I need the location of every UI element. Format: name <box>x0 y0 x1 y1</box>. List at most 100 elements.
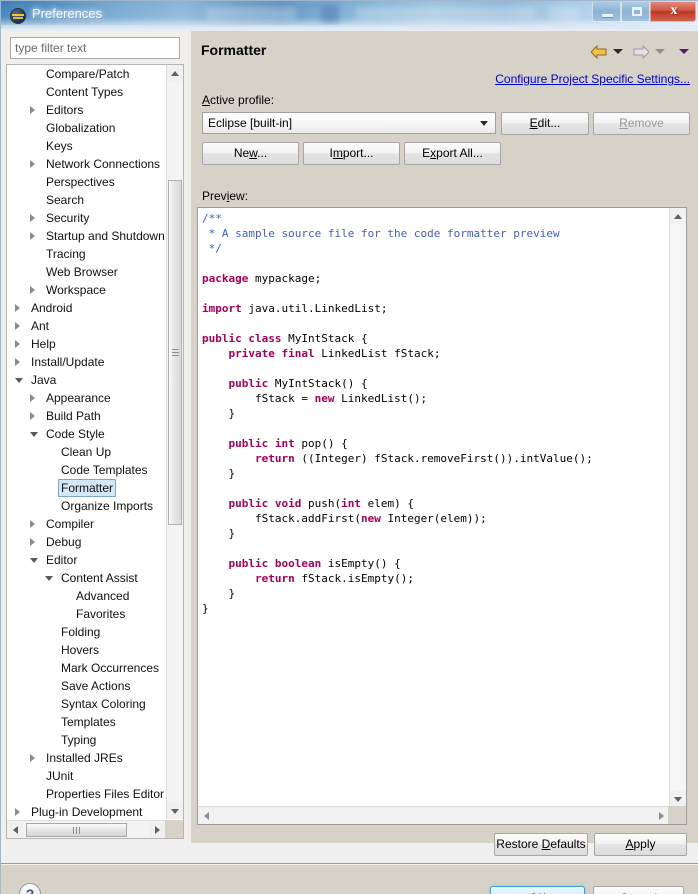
scrollbar-thumb[interactable] <box>168 180 182 525</box>
chevron-right-icon[interactable] <box>30 520 35 528</box>
scroll-right-button[interactable] <box>653 808 669 824</box>
chevron-right-icon[interactable] <box>30 106 35 114</box>
sidebar-item-web-browser[interactable]: Web Browser <box>7 263 165 281</box>
scroll-left-button[interactable] <box>198 808 214 824</box>
back-arrow-icon[interactable] <box>590 44 607 60</box>
import-button[interactable]: Import... <box>303 142 400 165</box>
sidebar-item-label: Compare/Patch <box>46 67 130 81</box>
sidebar-item-tracing[interactable]: Tracing <box>7 245 165 263</box>
ok-button[interactable]: OK <box>490 886 585 894</box>
help-button[interactable]: ? <box>19 883 41 894</box>
chevron-down-icon[interactable] <box>15 378 23 383</box>
sidebar-item-templates[interactable]: Templates <box>7 713 165 731</box>
sidebar-item-build-path[interactable]: Build Path <box>7 407 165 425</box>
scroll-down-button[interactable] <box>670 791 686 807</box>
sidebar-item-installed-jres[interactable]: Installed JREs <box>7 749 165 767</box>
cancel-button[interactable]: Cancel <box>593 886 684 894</box>
preview-horizontal-scrollbar[interactable] <box>198 806 669 824</box>
sidebar-item-perspectives[interactable]: Perspectives <box>7 173 165 191</box>
sidebar-item-label: Properties Files Editor <box>46 787 165 801</box>
sidebar-item-debug[interactable]: Debug <box>7 533 165 551</box>
tree-horizontal-scrollbar[interactable] <box>7 820 183 838</box>
chevron-down-icon[interactable] <box>45 576 53 581</box>
sidebar-item-appearance[interactable]: Appearance <box>7 389 165 407</box>
preferences-tree[interactable]: Compare/Patch Content Types Editors Globali… <box>6 64 184 839</box>
scrollbar-thumb-horizontal[interactable] <box>26 823 127 837</box>
maximize-button[interactable] <box>621 2 650 22</box>
sidebar-item-properties-files-editor[interactable]: Properties Files Editor <box>7 785 165 803</box>
sidebar-item-folding[interactable]: Folding <box>7 623 165 641</box>
tree-vertical-scrollbar[interactable] <box>166 65 183 819</box>
sidebar-item-security[interactable]: Security <box>7 209 165 227</box>
chevron-right-icon[interactable] <box>15 808 20 816</box>
scroll-right-button[interactable] <box>149 822 165 838</box>
chevron-right-icon[interactable] <box>30 232 35 240</box>
chevron-right-icon[interactable] <box>30 754 35 762</box>
chevron-right-icon[interactable] <box>30 286 35 294</box>
sidebar-item-organize-imports[interactable]: Organize Imports <box>7 497 165 515</box>
sidebar-item-clean-up[interactable]: Clean Up <box>7 443 165 461</box>
chevron-down-icon[interactable] <box>30 432 38 437</box>
chevron-right-icon[interactable] <box>30 160 35 168</box>
sidebar-item-java[interactable]: Java <box>7 371 165 389</box>
filter-input[interactable] <box>10 37 180 59</box>
sidebar-item-code-templates[interactable]: Code Templates <box>7 461 165 479</box>
scroll-left-button[interactable] <box>7 822 23 838</box>
apply-button[interactable]: Apply <box>594 833 687 856</box>
sidebar-item-compiler[interactable]: Compiler <box>7 515 165 533</box>
back-dropdown-icon[interactable] <box>613 49 623 54</box>
sidebar-item-label: Search <box>46 193 85 207</box>
chevron-right-icon[interactable] <box>15 340 20 348</box>
sidebar-item-android[interactable]: Android <box>7 299 165 317</box>
code-text-area[interactable]: /** * A sample source file for the code … <box>198 208 669 807</box>
sidebar-item-hovers[interactable]: Hovers <box>7 641 165 659</box>
chevron-right-icon[interactable] <box>15 358 20 366</box>
sidebar-item-keys[interactable]: Keys <box>7 137 165 155</box>
sidebar-item-ant[interactable]: Ant <box>7 317 165 335</box>
new-button[interactable]: New... <box>202 142 299 165</box>
chevron-right-icon[interactable] <box>30 394 35 402</box>
sidebar-item-content-assist[interactable]: Content Assist <box>7 569 165 587</box>
chevron-right-icon[interactable] <box>30 412 35 420</box>
sidebar-item-search[interactable]: Search <box>7 191 165 209</box>
sidebar-item-plug-in-development[interactable]: Plug-in Development <box>7 803 165 819</box>
sidebar-item-help[interactable]: Help <box>7 335 165 353</box>
sidebar-item-globalization[interactable]: Globalization <box>7 119 165 137</box>
sidebar-item-editor[interactable]: Editor <box>7 551 165 569</box>
edit-button[interactable]: Edit... <box>501 112 589 135</box>
restore-defaults-button[interactable]: Restore Defaults <box>494 833 588 856</box>
chevron-right-icon[interactable] <box>15 322 20 330</box>
scroll-up-button[interactable] <box>670 208 686 224</box>
scroll-up-button[interactable] <box>167 65 183 81</box>
sidebar-item-advanced[interactable]: Advanced <box>7 587 165 605</box>
export-all-button[interactable]: Export All... <box>404 142 501 165</box>
sidebar-item-startup-and-shutdown[interactable]: Startup and Shutdown <box>7 227 165 245</box>
chevron-right-icon[interactable] <box>30 214 35 222</box>
sidebar-item-favorites[interactable]: Favorites <box>7 605 165 623</box>
sidebar-item-junit[interactable]: JUnit <box>7 767 165 785</box>
sidebar-item-install-update[interactable]: Install/Update <box>7 353 165 371</box>
sidebar-item-code-style[interactable]: Code Style <box>7 425 165 443</box>
sidebar-item-save-actions[interactable]: Save Actions <box>7 677 165 695</box>
sidebar-item-label: Clean Up <box>61 445 112 459</box>
sidebar-item-typing[interactable]: Typing <box>7 731 165 749</box>
sidebar-item-label: Web Browser <box>46 265 118 279</box>
close-button[interactable]: x <box>650 2 696 22</box>
chevron-down-icon[interactable] <box>30 558 38 563</box>
preview-vertical-scrollbar[interactable] <box>669 208 686 807</box>
sidebar-item-content-types[interactable]: Content Types <box>7 83 165 101</box>
sidebar-item-syntax-coloring[interactable]: Syntax Coloring <box>7 695 165 713</box>
view-menu-icon[interactable] <box>679 49 689 54</box>
sidebar-item-network-connections[interactable]: Network Connections <box>7 155 165 173</box>
configure-project-specific-settings-link[interactable]: Configure Project Specific Settings... <box>495 72 690 86</box>
sidebar-item-workspace[interactable]: Workspace <box>7 281 165 299</box>
minimize-button[interactable] <box>592 2 621 22</box>
chevron-right-icon[interactable] <box>15 304 20 312</box>
sidebar-item-mark-occurrences[interactable]: Mark Occurrences <box>7 659 165 677</box>
sidebar-item-compare-patch[interactable]: Compare/Patch <box>7 65 165 83</box>
scroll-down-button[interactable] <box>167 803 183 819</box>
sidebar-item-formatter[interactable]: Formatter <box>7 479 165 497</box>
sidebar-item-editors[interactable]: Editors <box>7 101 165 119</box>
chevron-right-icon[interactable] <box>30 538 35 546</box>
active-profile-combobox[interactable]: Eclipse [built-in] <box>202 112 496 134</box>
